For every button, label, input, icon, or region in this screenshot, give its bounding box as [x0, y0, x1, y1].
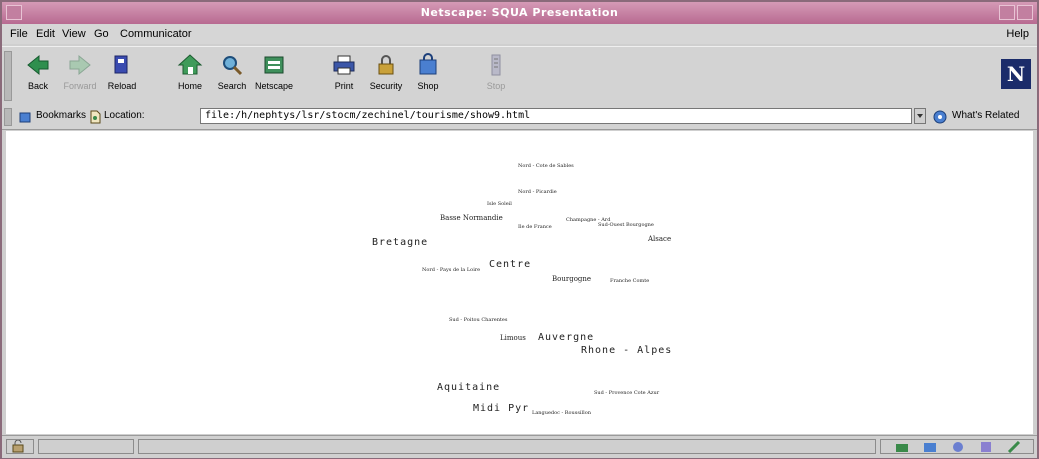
region-label: Franche Comte	[610, 278, 650, 284]
region-label: Sud-Ouest Bourgogne	[598, 222, 654, 228]
chevron-down-icon	[917, 114, 923, 118]
minimize-button[interactable]	[999, 5, 1015, 20]
browser-window: Netscape: SQUA Presentation File Edit Vi…	[0, 0, 1039, 459]
back-button[interactable]: Back	[18, 53, 58, 99]
title-bar: Netscape: SQUA Presentation	[2, 2, 1037, 24]
region-label: Nord - Picardie	[518, 189, 557, 195]
menu-communicator[interactable]: Communicator	[120, 28, 192, 40]
location-input[interactable]: file:/h/nephtys/lsr/stocm/zechinel/touri…	[200, 108, 912, 124]
region-label: Isle Soleil	[487, 201, 512, 207]
stop-icon	[491, 54, 501, 76]
netscape-guide-icon	[264, 56, 284, 74]
lock-icon	[378, 55, 394, 75]
region-label: Nord - Cote de Sables	[518, 163, 574, 169]
location-grip[interactable]	[4, 108, 12, 126]
region-label: Languedoc - Roussillon	[532, 410, 591, 416]
menu-go[interactable]: Go	[94, 28, 109, 40]
search-button[interactable]: Search	[212, 53, 252, 99]
location-label: Location:	[104, 110, 145, 121]
maximize-button[interactable]	[1017, 5, 1033, 20]
address-book-icon[interactable]	[979, 441, 993, 453]
page-proxy-icon[interactable]	[88, 109, 102, 125]
mail-icon[interactable]	[923, 441, 937, 453]
back-arrow-icon	[27, 54, 49, 76]
forward-arrow-icon	[69, 54, 91, 76]
region-label: Alsace	[648, 235, 672, 243]
region-label: Auvergne	[538, 332, 595, 343]
component-bar	[880, 439, 1034, 454]
region-label: Ile de France	[518, 224, 552, 230]
reload-icon	[114, 55, 128, 74]
region-label: Basse Normandie	[440, 214, 503, 222]
menu-file[interactable]: File	[10, 28, 28, 40]
composer-icon[interactable]	[1007, 441, 1021, 453]
region-label: Sud - Provence Cote Azur	[594, 390, 660, 396]
whats-related-button[interactable]: What's Related	[952, 110, 1020, 121]
navigation-toolbar: Back Forward Reload Home Search Netscape…	[2, 46, 1037, 106]
region-label: Sud - Poitou Charentes	[449, 317, 508, 323]
reload-button[interactable]: Reload	[102, 53, 142, 99]
page-content: Nord - Cote de Sables Nord - Picardie Isle…	[6, 131, 1033, 434]
region-label: Nord - Pays de la Loire	[422, 267, 481, 273]
security-status-field[interactable]	[6, 439, 34, 454]
status-message-field	[138, 439, 876, 454]
region-label: Rhone - Alpes	[581, 345, 673, 356]
printer-icon	[333, 55, 355, 75]
menu-bar: File Edit View Go Communicator Help	[2, 24, 1037, 44]
home-button[interactable]: Home	[170, 53, 210, 99]
menu-view[interactable]: View	[62, 28, 86, 40]
toolbar-grip[interactable]	[4, 51, 12, 101]
forward-button[interactable]: Forward	[60, 53, 100, 99]
bookmarks-menu[interactable]: Bookmarks	[36, 110, 86, 121]
location-toolbar: Bookmarks Location: file:/h/nephtys/lsr/…	[2, 105, 1037, 130]
region-label: Midi Pyr	[473, 403, 530, 414]
shopping-bag-icon	[419, 53, 437, 75]
shop-button[interactable]: Shop	[408, 53, 448, 99]
whats-related-icon	[933, 110, 947, 124]
netscape-logo[interactable]: N	[1001, 59, 1031, 89]
bookmarks-icon	[19, 112, 31, 123]
region-label: Aquitaine	[437, 382, 501, 393]
unlocked-icon	[12, 439, 24, 453]
menu-edit[interactable]: Edit	[36, 28, 55, 40]
location-dropdown-button[interactable]	[914, 108, 926, 124]
region-label: Bourgogne	[552, 275, 592, 283]
print-button[interactable]: Print	[324, 53, 364, 99]
newsgroups-icon[interactable]	[951, 441, 965, 453]
region-label: Bretagne	[372, 237, 429, 248]
stop-button[interactable]: Stop	[476, 53, 516, 99]
window-title: Netscape: SQUA Presentation	[420, 6, 619, 19]
menu-help[interactable]: Help	[1006, 28, 1029, 40]
home-icon	[177, 54, 203, 75]
status-bar	[2, 435, 1037, 458]
progress-field	[38, 439, 134, 454]
navigator-icon[interactable]	[895, 441, 909, 453]
region-label: Centre	[489, 259, 532, 270]
region-label: Limous	[500, 334, 526, 342]
search-icon	[223, 56, 243, 76]
security-button[interactable]: Security	[366, 53, 406, 99]
netscape-button[interactable]: Netscape	[254, 53, 294, 99]
